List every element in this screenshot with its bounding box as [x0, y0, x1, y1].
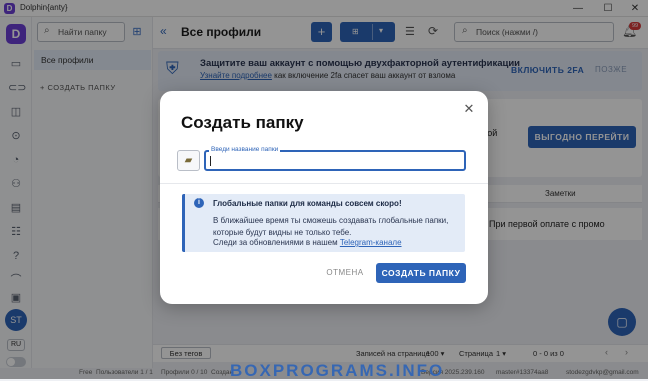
create-folder-button[interactable]: СОЗДАТЬ ПАПКУ — [376, 263, 466, 283]
info-icon: i — [194, 198, 204, 208]
info-text: которые будут видны не только тебе. — [213, 228, 352, 237]
folder-icon[interactable]: ▰ — [177, 150, 200, 171]
info-text: В ближайшее время ты сможешь создавать г… — [213, 216, 449, 225]
info-text: Следи за обновлениями в нашем Telegram-к… — [213, 238, 402, 247]
text-cursor — [210, 156, 211, 166]
folder-name-input[interactable] — [204, 150, 466, 171]
dialog-title: Создать папку — [181, 113, 304, 132]
close-icon[interactable]: ✕ — [462, 102, 476, 116]
watermark: BOXPROGRAMS.INFO — [230, 361, 445, 380]
cancel-button[interactable]: ОТМЕНА — [320, 264, 370, 282]
folder-name-label: Введи название папки — [209, 146, 281, 153]
telegram-link[interactable]: Telegram-канале — [340, 238, 402, 247]
divider — [160, 183, 488, 184]
info-title: Глобальные папки для команды совсем скор… — [213, 199, 402, 208]
info-text-prefix: Следи за обновлениями в нашем — [213, 238, 340, 247]
